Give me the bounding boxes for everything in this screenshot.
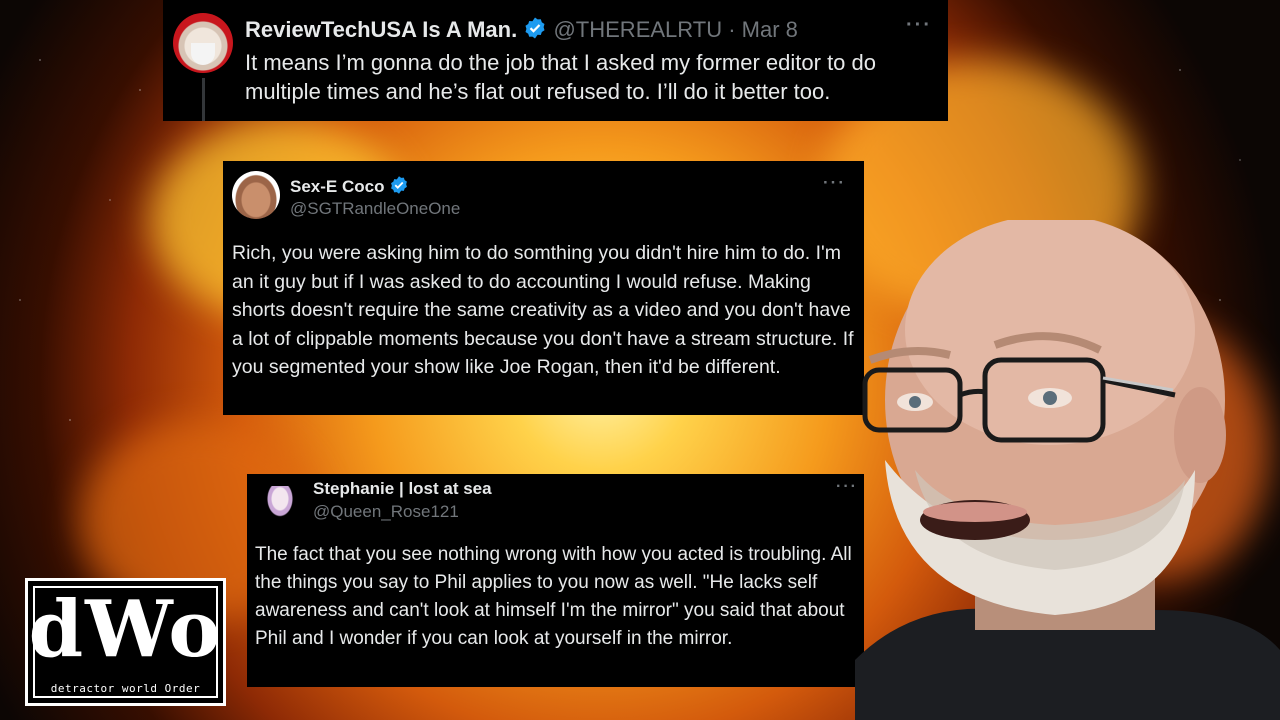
avatar[interactable] [232, 171, 280, 219]
logo-tagline: detractor world Order [50, 682, 201, 695]
tweet-text: It means I’m gonna do the job that I ask… [245, 50, 876, 104]
tweet-header: Stephanie | lost at sea [313, 479, 492, 499]
avatar[interactable] [173, 13, 233, 73]
tweet-text: Rich, you were asking him to do somthing… [232, 242, 854, 378]
handle[interactable]: @THEREALRTU [553, 17, 722, 42]
display-name[interactable]: ReviewTechUSA Is A Man. [245, 17, 517, 42]
tweet-card-reviewtech[interactable]: ReviewTechUSA Is A Man. @THEREALRTU · Ma… [163, 0, 948, 121]
avatar[interactable] [258, 480, 302, 524]
presenter-webcam [855, 220, 1280, 720]
tweet-card-sexe-coco[interactable]: Sex-E Coco @SGTRandleOneOne ··· Rich, yo… [223, 161, 864, 415]
verified-badge-icon [389, 175, 409, 200]
display-name[interactable]: Stephanie | lost at sea [313, 479, 492, 498]
more-options-icon[interactable]: ··· [906, 14, 932, 37]
display-name[interactable]: Sex-E Coco [290, 177, 384, 196]
thread-line [202, 78, 205, 121]
tweet-card-stephanie[interactable]: Stephanie | lost at sea @Queen_Rose121 ·… [247, 474, 864, 687]
channel-logo: dWo detractor world Order [25, 578, 226, 706]
timestamp[interactable]: · Mar 8 [728, 17, 798, 42]
handle[interactable]: @SGTRandleOneOne [290, 199, 460, 219]
tweet-header: Sex-E Coco [290, 175, 409, 200]
verified-badge-icon [523, 16, 547, 46]
logo-mark: dWo [28, 584, 223, 675]
tweet-text: The fact that you see nothing wrong with… [255, 544, 852, 649]
tweet-header: ReviewTechUSA Is A Man. @THEREALRTU · Ma… [245, 16, 798, 46]
more-options-icon[interactable]: ··· [823, 173, 846, 193]
handle[interactable]: @Queen_Rose121 [313, 502, 459, 522]
